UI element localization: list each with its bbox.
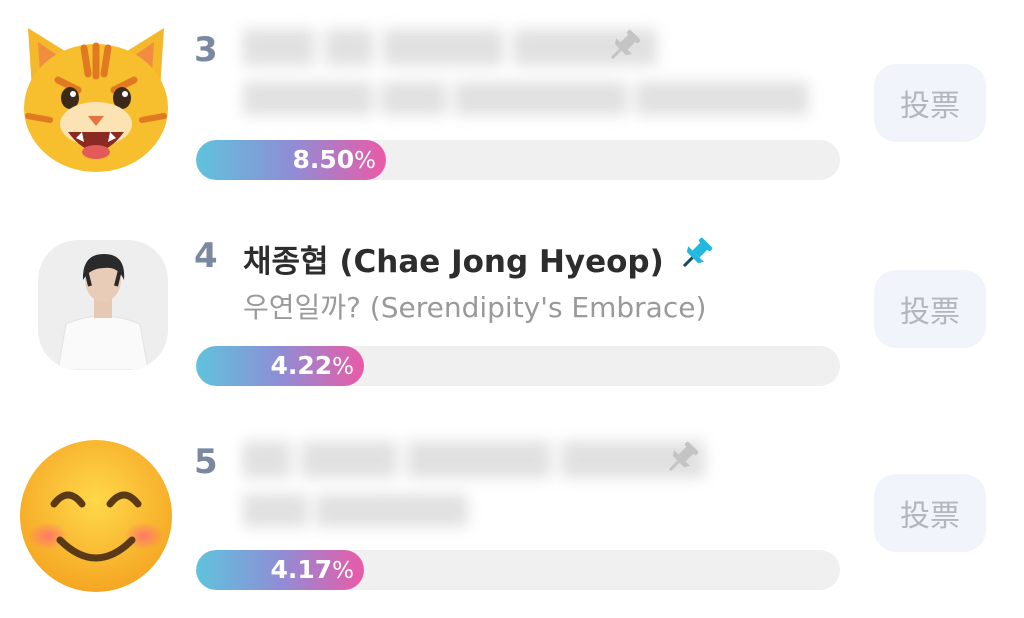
rank-number: 4 (194, 236, 218, 276)
profile-photo-avatar (38, 240, 168, 370)
song-title-obscured: ███ ███████ (243, 494, 468, 527)
vote-percentage: 4.22% (270, 351, 354, 380)
vote-progress-bar: 8.50% (196, 140, 840, 180)
ranking-row: 4 채종협 (Chae Jong Hyeop) 우연일까? (Serendipi… (0, 206, 1024, 412)
rank-number: 5 (194, 442, 218, 482)
pin-icon[interactable] (676, 234, 716, 274)
song-title: 우연일까? (Serendipity's Embrace) (243, 291, 707, 324)
rank-number: 3 (194, 30, 218, 70)
artist-name-obscured: ███ ██ █████ ██████ (243, 30, 657, 66)
vote-progress-fill: 4.22% (196, 346, 364, 386)
song-title-obscured: ██████ ███ ████████ ████████ (243, 82, 809, 115)
pin-icon[interactable] (662, 438, 702, 478)
vote-button[interactable]: 投票 (874, 270, 986, 348)
vote-progress-fill: 8.50% (196, 140, 386, 180)
ranking-row: 3 ███ ██ █████ ██████ ██████ ███ ███████… (0, 0, 1024, 206)
vote-progress-bar: 4.17% (196, 550, 840, 590)
smiling-face-emoji-avatar (20, 440, 172, 592)
ranking-row: 5 ██ ████ ██████ ██████ ███ ███████ 4.17… (0, 412, 1024, 618)
vote-percentage: 8.50% (292, 145, 376, 174)
vote-progress-fill: 4.17% (196, 550, 364, 590)
artist-name: 채종협 (Chae Jong Hyeop) (243, 244, 664, 280)
vote-progress-bar: 4.22% (196, 346, 840, 386)
artist-name-obscured: ██ ████ ██████ ██████ (243, 442, 705, 478)
vote-button[interactable]: 投票 (874, 64, 986, 142)
tiger-face-emoji-avatar (24, 28, 168, 172)
pin-icon[interactable] (604, 26, 644, 66)
vote-button[interactable]: 投票 (874, 474, 986, 552)
vote-percentage: 4.17% (270, 555, 354, 584)
